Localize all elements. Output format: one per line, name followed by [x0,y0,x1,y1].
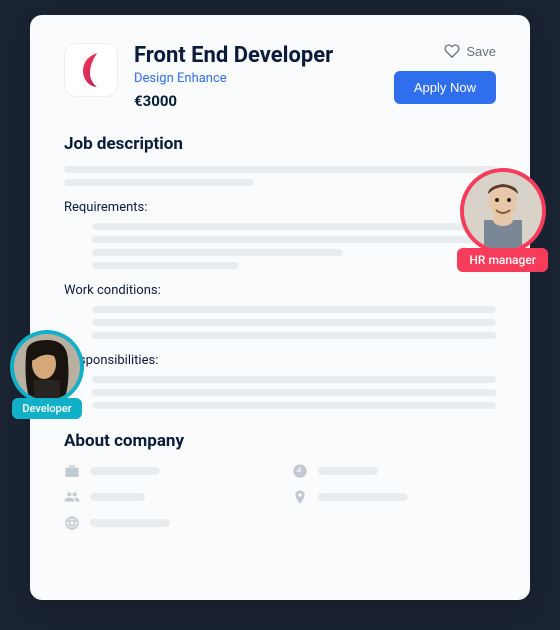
job-title: Front End Developer [134,43,378,69]
pin-icon [292,489,308,505]
text-placeholder [90,519,170,527]
about-grid [64,463,496,531]
dev-avatar [14,334,80,400]
dev-badge: Developer [12,398,81,419]
hr-badge: HR manager [457,248,548,272]
requirements-heading: Requirements: [64,200,496,215]
about-section: About company [64,431,496,531]
text-placeholder [90,467,160,475]
globe-icon [64,515,80,531]
about-item-size [64,489,268,505]
job-header: Front End Developer Design Enhance €3000… [64,43,496,110]
responsibilities-heading: Responsibilities: [64,353,496,368]
avatar-ring [10,330,84,404]
title-block: Front End Developer Design Enhance €3000 [134,43,378,110]
clock-icon [292,463,308,479]
save-label: Save [466,44,496,59]
text-placeholder [318,467,378,475]
text-placeholder [92,389,496,396]
briefcase-icon [64,463,80,479]
text-placeholder [64,166,496,173]
users-icon [64,489,80,505]
work-conditions-heading: Work conditions: [64,283,496,298]
text-placeholder [92,402,496,409]
description-heading: Job description [64,134,496,154]
text-placeholder [92,319,496,326]
logo-icon [77,53,105,87]
company-logo [64,43,118,97]
text-placeholder [92,236,496,243]
about-item-industry [64,463,268,479]
text-placeholder [92,223,496,230]
save-button[interactable]: Save [444,43,496,59]
about-item-location [292,489,496,505]
text-placeholder [92,306,496,313]
about-item-website [64,515,268,531]
text-placeholder [318,493,408,501]
text-placeholder [92,376,496,383]
header-actions: Save Apply Now [394,43,496,104]
dev-avatar-bubble: Developer [10,330,84,419]
text-placeholder [92,262,239,269]
salary: €3000 [134,92,378,110]
text-placeholder [92,332,496,339]
text-placeholder [64,179,254,186]
apply-button[interactable]: Apply Now [394,71,496,104]
about-item-hours [292,463,496,479]
avatar-ring [460,168,546,254]
hr-avatar [464,172,542,250]
company-name[interactable]: Design Enhance [134,71,378,86]
text-placeholder [90,493,145,501]
about-heading: About company [64,431,496,451]
text-placeholder [92,249,343,256]
job-card: Front End Developer Design Enhance €3000… [30,15,530,600]
hr-avatar-bubble: HR manager [457,168,548,272]
heart-icon [444,43,460,59]
